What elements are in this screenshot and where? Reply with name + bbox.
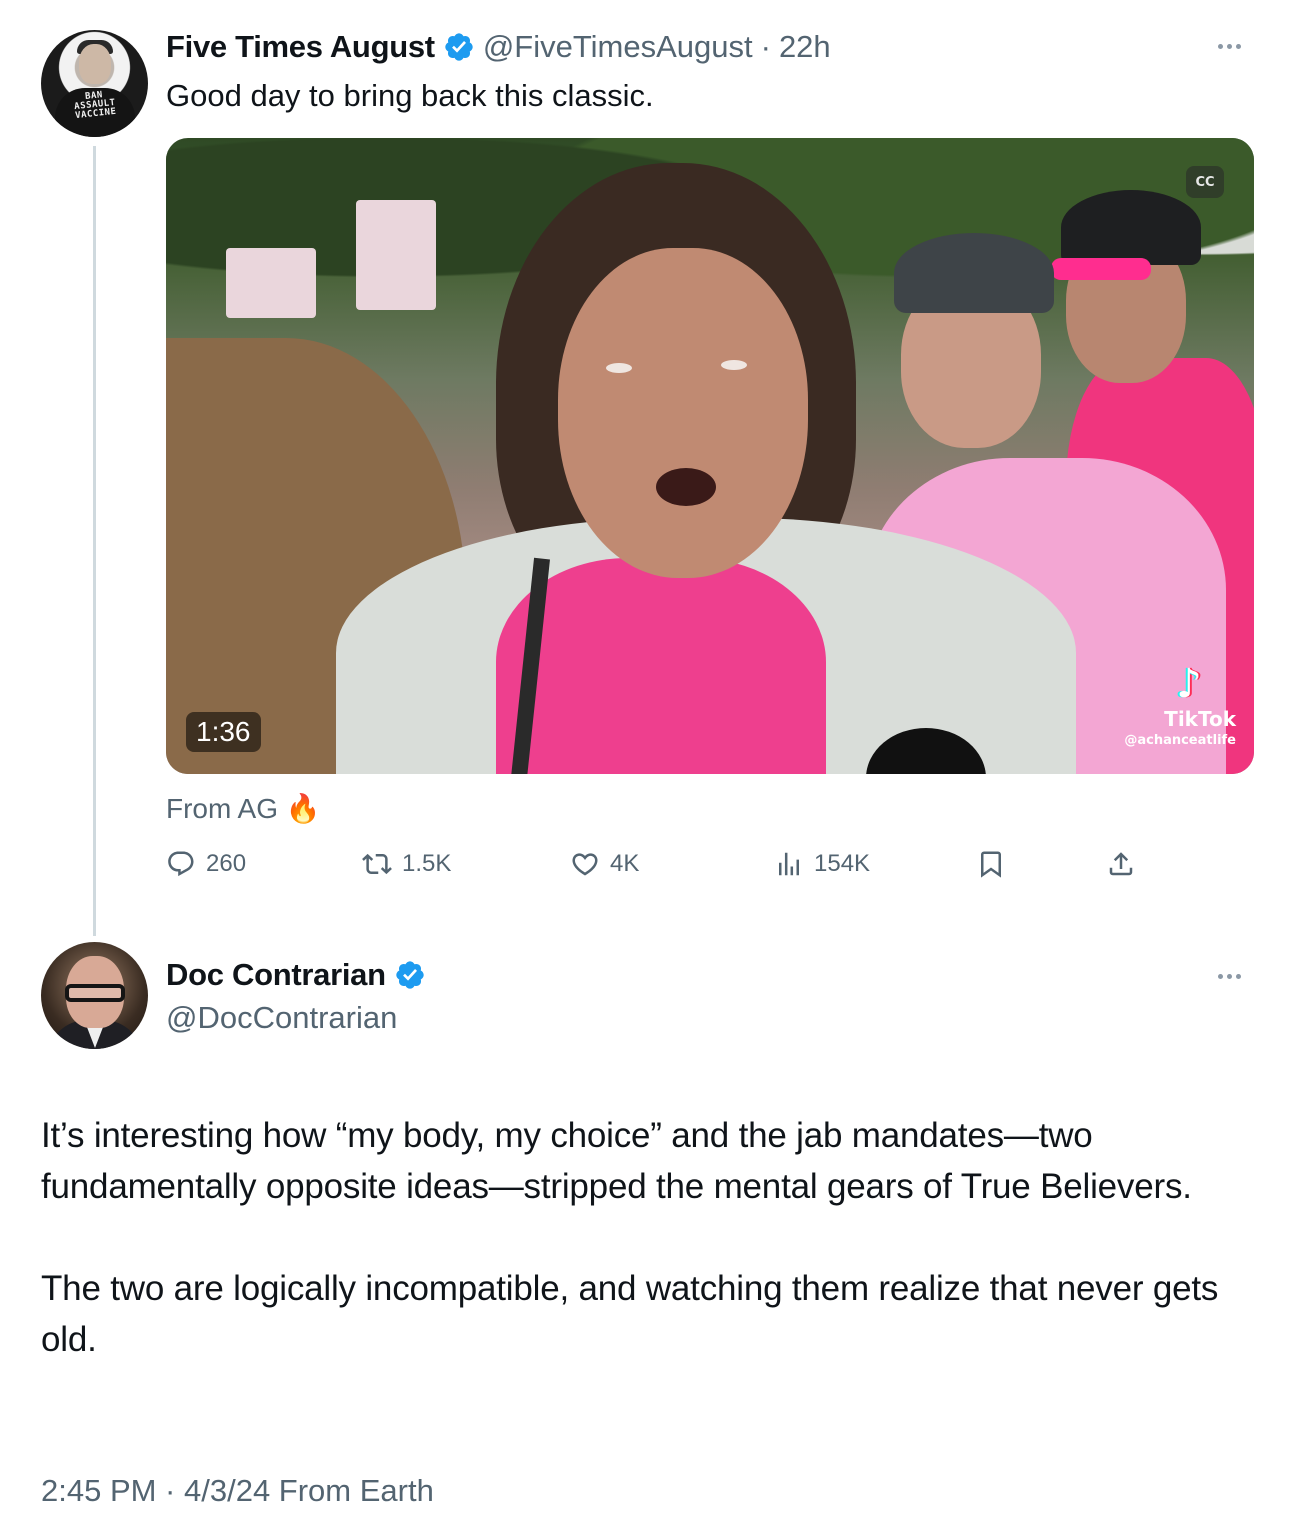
video-duration-badge: 1:36 — [186, 712, 261, 752]
repost-icon — [362, 853, 392, 875]
post-time[interactable]: 22h — [779, 29, 831, 65]
bookmark-button[interactable] — [976, 840, 1006, 888]
verified-badge-icon — [396, 961, 424, 989]
avatar-five-times-august[interactable]: BAN ASSAULT VACCINE — [41, 30, 148, 137]
bookmark-icon — [981, 851, 1001, 878]
main-tweet-text: It’s interesting how “my body, my choice… — [41, 1110, 1271, 1416]
quoted-tweet-header: Five Times August @FiveTimesAugust · 22h — [166, 26, 831, 68]
tiktok-username: @achanceatlife — [1124, 733, 1236, 748]
tweet-action-bar: 260 1.5K 4K 154K — [166, 840, 1146, 888]
tiktok-brand-text: TikTok — [1164, 707, 1236, 731]
video-mouth — [656, 468, 716, 506]
protest-sign — [226, 248, 316, 318]
avatar-doc-contrarian[interactable] — [41, 942, 148, 1049]
quoted-tweet-text: Good day to bring back this classic. — [166, 78, 654, 113]
closed-captions-icon[interactable]: CC — [1186, 166, 1224, 198]
video-eye — [721, 360, 747, 370]
repost-button[interactable]: 1.5K — [362, 840, 451, 888]
avatar-glasses — [65, 984, 125, 1002]
header-separator: · — [760, 29, 771, 64]
tiktok-logo-icon: ♪ — [1176, 661, 1202, 707]
avatar-head — [79, 44, 111, 84]
reply-button[interactable]: 260 — [166, 840, 246, 888]
tweet-paragraph: It’s interesting how “my body, my choice… — [41, 1116, 1192, 1206]
author-handle[interactable]: @DocContrarian — [166, 998, 397, 1038]
reply-icon — [168, 851, 194, 877]
more-options-icon[interactable] — [1209, 964, 1249, 988]
source-label: From AG 🔥 — [166, 793, 321, 824]
views-button[interactable]: 154K — [774, 840, 870, 888]
video-person-right-cap — [1061, 190, 1201, 265]
repost-count: 1.5K — [402, 850, 452, 877]
video-eye — [606, 363, 632, 373]
tweet-thread-page: BAN ASSAULT VACCINE Five Times August @Fiv… — [0, 0, 1309, 1540]
main-tweet-header: Doc Contrarian — [166, 954, 426, 996]
author-display-name[interactable]: Five Times August — [166, 29, 435, 65]
video-person-right-glasses — [1051, 258, 1151, 280]
protest-sign — [356, 200, 436, 310]
verified-badge-icon — [445, 33, 473, 61]
thread-connector-line — [93, 146, 96, 936]
share-icon — [1109, 852, 1133, 876]
video-player[interactable]: CC 1:36 ♪ TikTok @achanceatlife — [166, 138, 1254, 774]
tweet-timestamp[interactable]: 2:45 PM · 4/3/24 From Earth — [41, 1470, 434, 1512]
views-count: 154K — [814, 850, 871, 877]
author-display-name[interactable]: Doc Contrarian — [166, 957, 386, 993]
like-button[interactable]: 4K — [570, 840, 639, 888]
more-options-icon[interactable] — [1209, 34, 1249, 58]
views-chart-icon — [779, 852, 799, 876]
video-main-person-face — [558, 248, 808, 578]
tweet-paragraph: The two are logically incompatible, and … — [41, 1269, 1219, 1359]
video-person-cap — [894, 233, 1054, 313]
author-handle[interactable]: @FiveTimesAugust — [483, 29, 753, 65]
like-count: 4K — [610, 850, 640, 877]
tiktok-watermark: ♪ TikTok @achanceatlife — [1116, 662, 1236, 750]
heart-icon — [572, 853, 598, 876]
share-button[interactable] — [1106, 840, 1136, 888]
reply-count: 260 — [206, 850, 247, 877]
